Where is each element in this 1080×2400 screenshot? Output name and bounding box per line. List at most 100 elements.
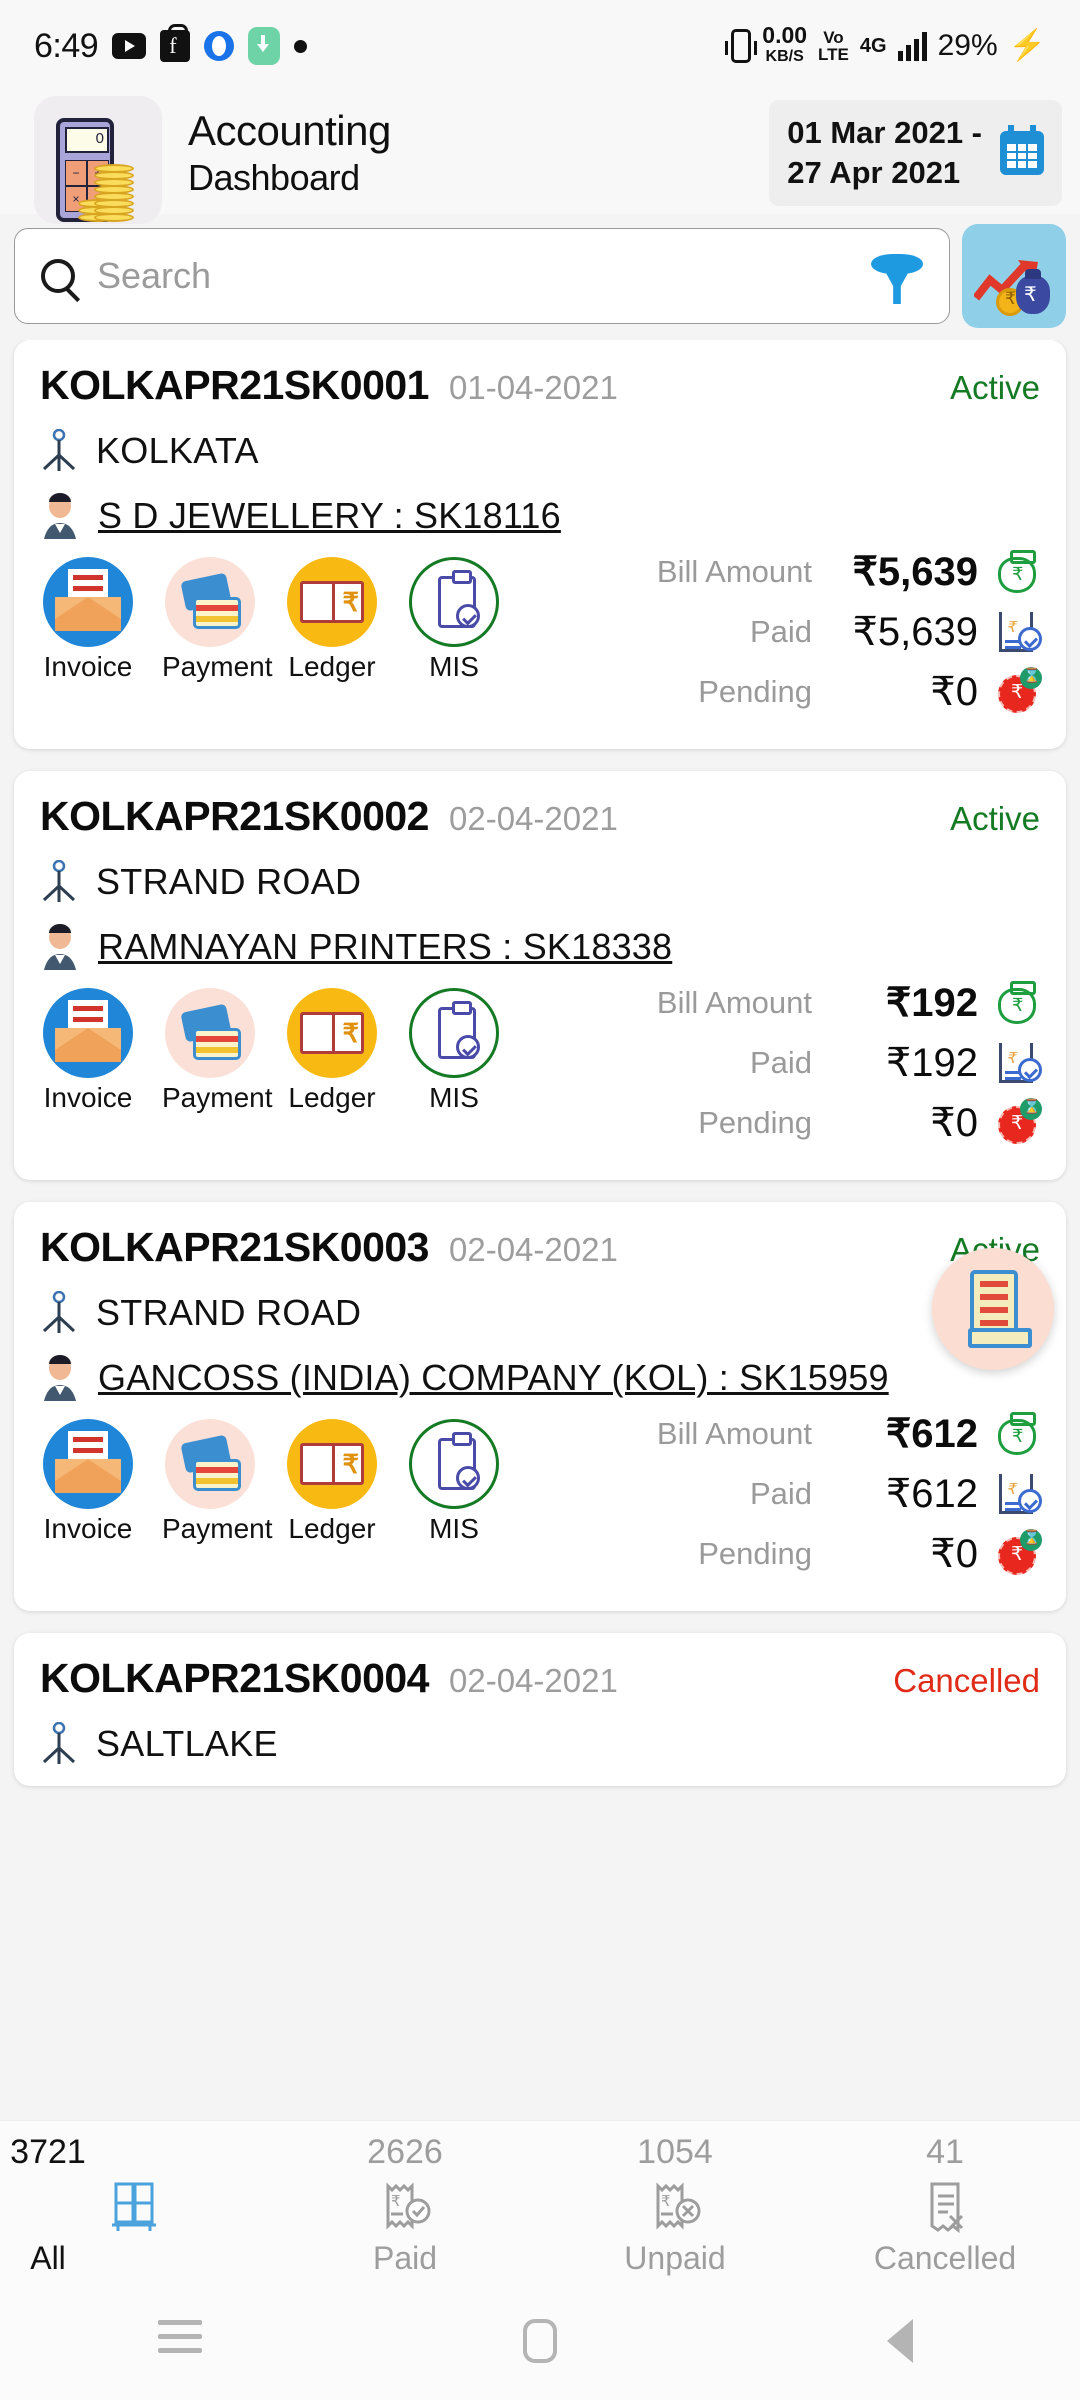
payment-action-button[interactable]: Payment [162,557,273,683]
ledger-action-button[interactable]: ₹ Ledger [284,1419,380,1545]
invoice-scroll-icon [968,1270,1032,1348]
dot-icon [294,39,308,53]
ledger-book-icon: ₹ [287,988,377,1078]
location-row: SALTLAKE [40,1721,1040,1766]
ledger-action-button[interactable]: ₹ Ledger [284,988,380,1114]
app-title: Accounting [188,107,391,154]
party-row[interactable]: S D JEWELLERY : SK18116 [40,493,1040,539]
home-button[interactable] [465,2319,615,2363]
tab-paid-count: 2626 [367,2133,443,2171]
party-name[interactable]: S D JEWELLERY : SK18116 [98,495,561,537]
status-bar: 6:49 0.00 KB/S Vo LTE 4G 29% ⚡ [0,0,1080,92]
bill-amount-label: Bill Amount [656,985,812,1020]
date-range-picker[interactable]: 01 Mar 2021 - 27 Apr 2021 [769,100,1062,206]
invoice-date: 02-04-2021 [449,800,618,837]
pending-label: Pending [698,1536,812,1571]
location-text: STRAND ROAD [96,861,362,902]
mis-action-button[interactable]: MIS [406,557,502,683]
invoice-action-button[interactable]: Invoice [40,557,136,683]
party-row[interactable]: GANCOSS (INDIA) COMPANY (KOL) : SK15959 [40,1355,1040,1401]
search-icon [41,259,75,293]
list-item[interactable]: KOLKAPR21SK0001 01-04-2021 Active KOLKAT… [14,340,1066,749]
volte-icon: Vo LTE [818,29,849,63]
invoice-list[interactable]: KOLKAPR21SK0001 01-04-2021 Active KOLKAT… [0,340,1080,1960]
paid-row: Paid ₹5,639 ₹ [620,609,1042,655]
paid-label: Paid [749,1476,812,1511]
card-actions: Invoice Payment ₹ Ledger MIS [40,980,502,1160]
list-item[interactable]: KOLKAPR21SK0004 02-04-2021 Cancelled SAL… [14,1633,1066,1786]
party-name[interactable]: GANCOSS (INDIA) COMPANY (KOL) : SK15959 [98,1357,889,1399]
bolt-icon: ⚡ [1008,29,1046,62]
pending-value: ₹0 [930,1101,978,1145]
receipt-check-icon: ₹ [994,609,1042,655]
ledger-action-label: Ledger [288,1082,376,1113]
payment-cards-icon [165,557,255,647]
date-range-text: 01 Mar 2021 - 27 Apr 2021 [787,113,982,193]
search-input[interactable]: Search [14,228,950,324]
payment-action-button[interactable]: Payment [162,988,273,1114]
tab-unpaid[interactable]: 1054 ₹ Unpaid [540,2133,810,2277]
document-cross-icon [810,2176,1080,2238]
card-header: KOLKAPR21SK0001 01-04-2021 Active [40,362,1040,409]
card-body: Invoice Payment ₹ Ledger MIS Bill Amount [40,549,1042,729]
create-invoice-fab[interactable] [932,1248,1054,1370]
card-actions: Invoice Payment ₹ Ledger MIS [40,1411,502,1591]
ledger-book-icon: ₹ [287,1419,377,1509]
paid-label: Paid [749,1045,812,1080]
network-speed-unit: KB/S [765,48,804,65]
bill-amount-row: Bill Amount ₹612 [620,1411,1040,1457]
paid-value: ₹5,639 [852,610,978,654]
mis-clipboard-icon [409,988,499,1078]
back-button[interactable] [825,2319,975,2363]
receipt-check-icon: ₹ [994,1040,1042,1086]
list-item[interactable]: KOLKAPR21SK0003 02-04-2021 Active STRAND… [14,1202,1066,1611]
mis-action-button[interactable]: MIS [406,1419,502,1545]
ledger-action-button[interactable]: ₹ Ledger [284,557,380,683]
paid-value: ₹612 [885,1472,978,1516]
invoice-action-label: Invoice [43,1082,133,1113]
tab-paid[interactable]: 2626 ₹ Paid [270,2133,540,2277]
back-icon [887,2319,913,2363]
funnel-filter-icon[interactable] [871,250,923,302]
mis-action-button[interactable]: MIS [406,988,502,1114]
payment-action-button[interactable]: Payment [162,1419,273,1545]
payment-action-label: Payment [162,1513,273,1544]
ledger-book-icon: ₹ [287,557,377,647]
network-speed-value: 0.00 [762,22,808,48]
recents-icon [158,2320,202,2362]
page-title: Accounting Dashboard [188,107,391,199]
growth-money-icon[interactable] [962,224,1066,328]
party-name[interactable]: RAMNAYAN PRINTERS : SK18338 [98,926,672,968]
status-time: 6:49 [34,26,99,65]
card-header: KOLKAPR21SK0002 02-04-2021 Active [40,793,1040,840]
card-header: KOLKAPR21SK0003 02-04-2021 Active [40,1224,1040,1271]
date-from: 01 Mar 2021 - [787,115,982,150]
bill-amount-value: ₹5,639 [852,550,978,594]
card-body: Invoice Payment ₹ Ledger MIS Bill Amount [40,980,1042,1160]
tab-unpaid-count: 1054 [637,2133,713,2171]
opera-icon [204,31,235,61]
money-bag-icon [994,1411,1040,1457]
invoice-envelope-icon [43,1419,133,1509]
pending-row: Pending ₹0 [620,1098,1042,1146]
tab-cancelled[interactable]: 41 Cancelled [810,2133,1080,2277]
payment-cards-icon [165,1419,255,1509]
invoice-action-button[interactable]: Invoice [40,1419,136,1545]
location-row: KOLKATA [40,428,1040,473]
calendar-icon[interactable] [1000,125,1044,175]
pending-value: ₹0 [930,1532,978,1576]
invoice-action-label: Invoice [43,651,133,682]
invoice-action-button[interactable]: Invoice [40,988,136,1114]
bottom-tab-bar: 3721 All 2626 ₹ Paid 1054 ₹ Unpaid 41 Ca… [0,2120,1080,2282]
tab-all-label: All [30,2240,66,2276]
invoice-envelope-icon [43,557,133,647]
recents-button[interactable] [105,2320,255,2362]
tab-all[interactable]: 3721 All [0,2133,270,2277]
status-badge: Cancelled [893,1662,1040,1699]
invoice-id: KOLKAPR21SK0001 [40,362,430,408]
person-icon [40,1355,80,1401]
party-row[interactable]: RAMNAYAN PRINTERS : SK18338 [40,924,1040,970]
list-item[interactable]: KOLKAPR21SK0002 02-04-2021 Active STRAND… [14,771,1066,1180]
bill-amount-row: Bill Amount ₹192 [620,980,1040,1026]
invoice-id: KOLKAPR21SK0004 [40,1655,430,1701]
